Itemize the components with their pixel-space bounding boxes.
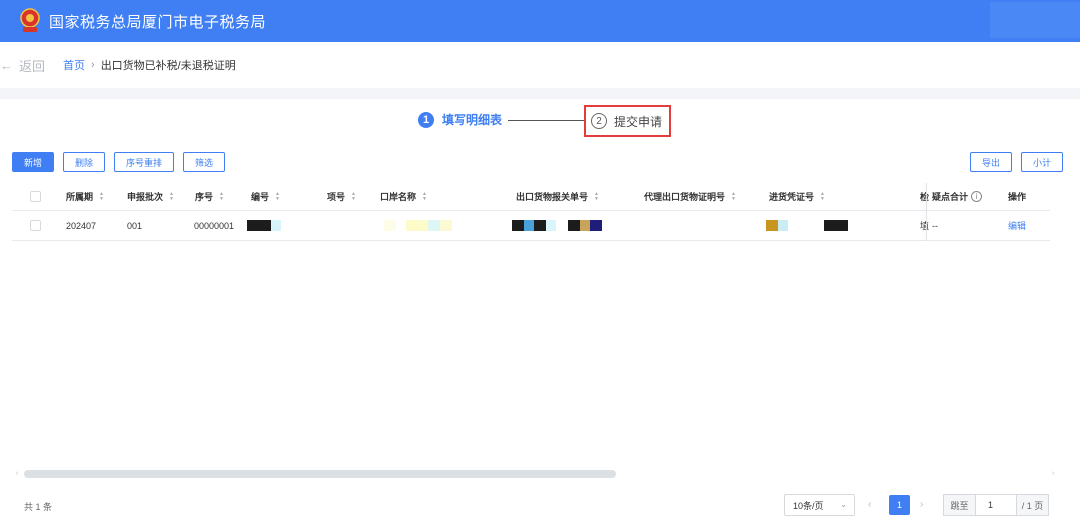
step-fill-details[interactable]: 1 填写明细表	[418, 111, 502, 128]
table-toolbar: 新增 删除 序号重排 筛选 导出 小计	[0, 152, 1080, 176]
col-cut: 检	[920, 183, 929, 210]
sort-icon[interactable]: ▲ ▼	[169, 191, 174, 202]
cell-seq: 00000001	[194, 220, 235, 231]
cell-batch: 001	[127, 220, 143, 231]
horizontal-scrollbar[interactable]	[24, 470, 616, 478]
step-connector	[508, 120, 584, 121]
step-2-number: 2	[591, 113, 607, 129]
select-all-cell	[30, 183, 41, 210]
page-size-select[interactable]: 10条/页 ⌄	[784, 494, 855, 516]
jump-page-input[interactable]	[975, 494, 1017, 516]
cell-cut: 埴	[920, 221, 930, 231]
sort-icon[interactable]: ▲ ▼	[731, 191, 736, 202]
scroll-left-icon[interactable]: ‹	[16, 470, 18, 477]
sort-icon[interactable]: ▲ ▼	[99, 191, 104, 202]
tax-emblem-icon	[20, 8, 40, 32]
export-button[interactable]: 导出	[970, 152, 1012, 172]
sort-icon[interactable]: ▲ ▼	[219, 191, 224, 202]
cell-period: 202407	[66, 220, 97, 231]
cell-purchase-cert-redacted	[766, 211, 848, 240]
sort-icon[interactable]: ▲ ▼	[594, 191, 599, 202]
subtotal-button[interactable]: 小计	[1021, 152, 1063, 172]
prev-page-button[interactable]: ‹	[868, 499, 871, 510]
row-select-cell	[30, 211, 41, 240]
navigation-bar: ← 返回 首页 › 出口货物已补税/未退税证明	[0, 42, 1080, 88]
cell-port-redacted	[384, 211, 452, 240]
col-cut-label: 检	[920, 192, 930, 202]
top-header: 国家税务总局厦门市电子税务局	[0, 0, 1080, 42]
breadcrumb-home-link[interactable]: 首页	[63, 57, 85, 73]
delete-button[interactable]: 删除	[63, 152, 105, 172]
step-2-label: 提交申请	[614, 114, 663, 129]
current-page-button[interactable]: 1	[889, 495, 910, 515]
scroll-right-icon[interactable]: ›	[1052, 470, 1054, 477]
breadcrumb-separator: ›	[91, 59, 95, 71]
col-agent-cert-label: 代理出口货物证明号	[644, 192, 726, 202]
sort-icon[interactable]: ▲ ▼	[820, 191, 825, 202]
col-doubt-total-label: 疑点合计	[932, 192, 969, 202]
chevron-down-icon: ⌄	[840, 500, 847, 509]
col-agent-cert[interactable]: 代理出口货物证明号 ▲ ▼	[644, 183, 736, 210]
row-checkbox[interactable]	[30, 220, 41, 231]
col-purchase-cert-label: 进货凭证号	[769, 192, 815, 202]
add-button[interactable]: 新增	[12, 152, 54, 172]
edit-link[interactable]: 编辑	[1008, 211, 1026, 240]
total-pages: / 1 页	[1017, 494, 1049, 516]
step-1-label: 填写明细表	[442, 113, 503, 127]
app-title: 国家税务总局厦门市电子税务局	[49, 13, 267, 31]
col-action: 操作	[1008, 183, 1026, 210]
col-doubt-total: 疑点合计 i	[932, 183, 983, 210]
back-button[interactable]: ← 返回	[0, 56, 45, 75]
step-1-number: 1	[418, 111, 434, 128]
col-seq-label: 序号	[195, 192, 214, 202]
col-customs-no[interactable]: 出口货物报关单号 ▲ ▼	[516, 183, 599, 210]
page-size-value: 10条/页	[793, 500, 824, 511]
col-batch-label: 申报批次	[127, 192, 164, 202]
fixed-column-divider	[926, 183, 927, 241]
total-count: 共 1 条	[24, 502, 53, 512]
col-code[interactable]: 编号 ▲ ▼	[251, 183, 280, 210]
filter-button[interactable]: 筛选	[183, 152, 225, 172]
step-indicator: 1 填写明细表 2 提交申请	[0, 105, 1080, 137]
sort-icon[interactable]: ▲ ▼	[275, 191, 280, 202]
col-period-label: 所属期	[66, 192, 94, 202]
cell-doubt-total: --	[932, 220, 938, 231]
col-port[interactable]: 口岸名称 ▲ ▼	[380, 183, 427, 210]
select-all-checkbox[interactable]	[30, 191, 41, 202]
back-arrow-icon: ←	[0, 57, 13, 73]
col-batch[interactable]: 申报批次 ▲ ▼	[127, 183, 174, 210]
step-submit-application[interactable]: 2 提交申请	[584, 105, 671, 137]
pagination-bar: 共 1 条 10条/页 ⌄ ‹ 1 › 跳至 / 1 页	[0, 491, 1080, 519]
col-customs-no-label: 出口货物报关单号	[516, 192, 589, 202]
table-header: 所属期 ▲ ▼ 申报批次 ▲ ▼ 序号 ▲ ▼ 编号 ▲ ▼ 项号 ▲ ▼ 口岸名称 ▲ ▼	[12, 183, 1050, 211]
table-row[interactable]: 202407 001 00000001 埴 -- 编辑	[12, 211, 1050, 241]
header-user-area[interactable]	[990, 2, 1080, 38]
reorder-button[interactable]: 序号重排	[114, 152, 174, 172]
col-code-label: 编号	[251, 192, 270, 202]
col-item[interactable]: 项号 ▲ ▼	[327, 183, 356, 210]
col-action-label: 操作	[1008, 192, 1027, 202]
breadcrumb-current: 出口货物已补税/未退税证明	[100, 60, 236, 72]
back-label: 返回	[19, 58, 46, 74]
breadcrumb: 首页 › 出口货物已补税/未退税证明	[63, 57, 236, 73]
cell-code-redacted	[247, 211, 281, 240]
col-purchase-cert[interactable]: 进货凭证号 ▲ ▼	[769, 183, 825, 210]
col-port-label: 口岸名称	[380, 192, 417, 202]
col-item-label: 项号	[327, 192, 346, 202]
sort-icon[interactable]: ▲ ▼	[422, 191, 427, 202]
cell-customs-no-redacted	[512, 211, 602, 240]
col-period[interactable]: 所属期 ▲ ▼	[66, 183, 104, 210]
sort-icon[interactable]: ▲ ▼	[351, 191, 356, 202]
main-panel: 1 填写明细表 2 提交申请 新增 删除 序号重排 筛选 导出 小计 所属期 ▲…	[0, 99, 1080, 520]
jump-label: 跳至	[943, 494, 975, 516]
info-icon[interactable]: i	[971, 191, 983, 202]
detail-table: 所属期 ▲ ▼ 申报批次 ▲ ▼ 序号 ▲ ▼ 编号 ▲ ▼ 项号 ▲ ▼ 口岸名称 ▲ ▼	[12, 183, 1050, 241]
col-seq[interactable]: 序号 ▲ ▼	[195, 183, 224, 210]
next-page-button[interactable]: ›	[920, 499, 923, 510]
